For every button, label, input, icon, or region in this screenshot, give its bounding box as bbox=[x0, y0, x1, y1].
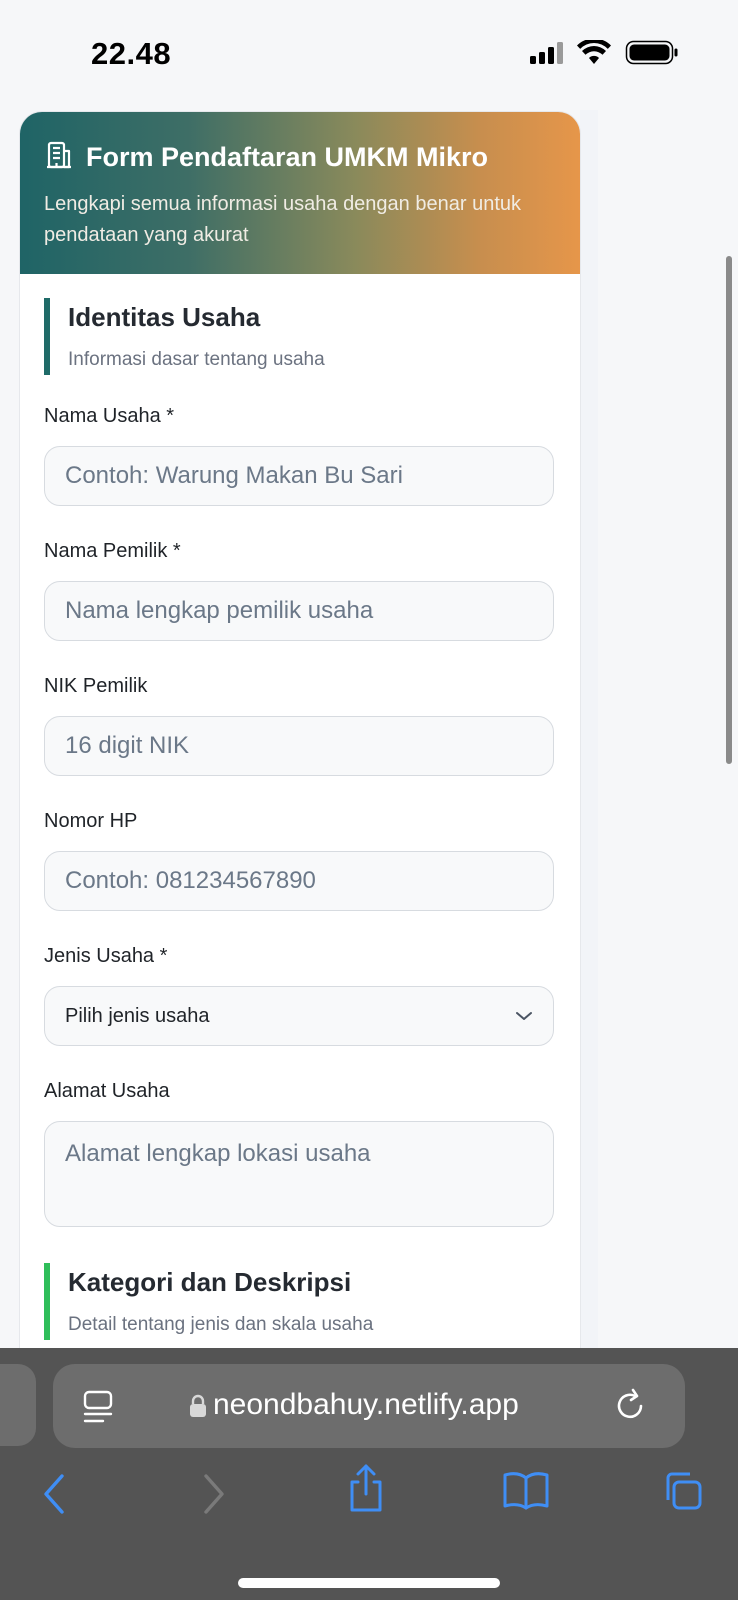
nomor-hp-input[interactable]: Contoh: 081234567890 bbox=[44, 851, 554, 911]
status-bar: 22.48 bbox=[0, 0, 738, 100]
form-body: Identitas Usaha Informasi dasar tentang … bbox=[20, 274, 580, 1340]
field-jenis-usaha: Jenis Usaha * Pilih jenis usaha bbox=[44, 945, 556, 1046]
nomor-hp-placeholder: Contoh: 081234567890 bbox=[65, 867, 316, 894]
nik-pemilik-label: NIK Pemilik bbox=[44, 675, 148, 697]
bookmarks-icon[interactable] bbox=[502, 1470, 550, 1515]
alamat-usaha-textarea[interactable]: Alamat lengkap lokasi usaha bbox=[44, 1121, 554, 1227]
registration-form-card: Form Pendaftaran UMKM Mikro Lengkapi sem… bbox=[20, 112, 580, 1352]
form-header: Form Pendaftaran UMKM Mikro Lengkapi sem… bbox=[20, 112, 580, 274]
reader-icon[interactable] bbox=[83, 1390, 115, 1429]
alamat-usaha-placeholder: Alamat lengkap lokasi usaha bbox=[65, 1140, 371, 1167]
section-title: Identitas Usaha bbox=[68, 302, 261, 332]
status-icons bbox=[530, 40, 678, 70]
nomor-hp-label: Nomor HP bbox=[44, 810, 138, 832]
browser-toolbar: neondbahuy.netlify.app bbox=[0, 1348, 738, 1600]
share-icon[interactable] bbox=[346, 1462, 386, 1519]
wifi-icon bbox=[577, 40, 611, 64]
building-icon bbox=[44, 140, 74, 175]
status-time: 22.48 bbox=[91, 36, 172, 71]
forward-icon[interactable] bbox=[198, 1472, 228, 1521]
nama-pemilik-label: Nama Pemilik * bbox=[44, 540, 181, 562]
section-title: Kategori dan Deskripsi bbox=[68, 1267, 352, 1297]
home-indicator[interactable] bbox=[238, 1578, 500, 1588]
section-identitas-usaha: Identitas Usaha Informasi dasar tentang … bbox=[44, 298, 556, 375]
browser-nav-row bbox=[0, 1464, 738, 1528]
reload-icon[interactable] bbox=[615, 1388, 647, 1427]
alamat-usaha-label: Alamat Usaha bbox=[44, 1080, 170, 1102]
nama-pemilik-placeholder: Nama lengkap pemilik usaha bbox=[65, 597, 374, 624]
previous-tab-stub[interactable] bbox=[0, 1364, 36, 1446]
field-nomor-hp: Nomor HP Contoh: 081234567890 bbox=[44, 810, 556, 911]
nama-pemilik-input[interactable]: Nama lengkap pemilik usaha bbox=[44, 581, 554, 641]
battery-icon bbox=[625, 40, 678, 65]
jenis-usaha-label: Jenis Usaha * bbox=[44, 945, 168, 967]
section-subtitle: Informasi dasar tentang usaha bbox=[68, 349, 325, 370]
url-text[interactable]: neondbahuy.netlify.app bbox=[213, 1388, 519, 1422]
form-title: Form Pendaftaran UMKM Mikro bbox=[86, 142, 489, 172]
page-background-strip bbox=[580, 110, 598, 1350]
field-nik-pemilik: NIK Pemilik 16 digit NIK bbox=[44, 675, 556, 776]
tabs-icon[interactable] bbox=[660, 1470, 704, 1519]
back-icon[interactable] bbox=[40, 1472, 70, 1521]
jenis-usaha-selected: Pilih jenis usaha bbox=[65, 1004, 210, 1027]
nik-pemilik-input[interactable]: 16 digit NIK bbox=[44, 716, 554, 776]
field-nama-pemilik: Nama Pemilik * Nama lengkap pemilik usah… bbox=[44, 540, 556, 641]
field-nama-usaha: Nama Usaha * Contoh: Warung Makan Bu Sar… bbox=[44, 405, 556, 506]
lock-icon bbox=[189, 1394, 207, 1423]
nik-pemilik-placeholder: 16 digit NIK bbox=[65, 732, 190, 759]
section-kategori-deskripsi: Kategori dan Deskripsi Detail tentang je… bbox=[44, 1263, 556, 1340]
address-bar[interactable]: neondbahuy.netlify.app bbox=[53, 1364, 685, 1448]
signal-icon bbox=[530, 42, 563, 64]
nama-usaha-label: Nama Usaha * bbox=[44, 405, 175, 427]
nama-usaha-placeholder: Contoh: Warung Makan Bu Sari bbox=[65, 462, 403, 489]
scrollbar[interactable] bbox=[726, 256, 732, 764]
jenis-usaha-select[interactable]: Pilih jenis usaha bbox=[44, 986, 554, 1046]
chevron-down-icon bbox=[515, 1005, 533, 1028]
field-alamat-usaha: Alamat Usaha Alamat lengkap lokasi usaha bbox=[44, 1080, 556, 1227]
nama-usaha-input[interactable]: Contoh: Warung Makan Bu Sari bbox=[44, 446, 554, 506]
section-subtitle: Detail tentang jenis dan skala usaha bbox=[68, 1314, 374, 1335]
form-subtitle: Lengkapi semua informasi usaha dengan be… bbox=[44, 193, 521, 246]
